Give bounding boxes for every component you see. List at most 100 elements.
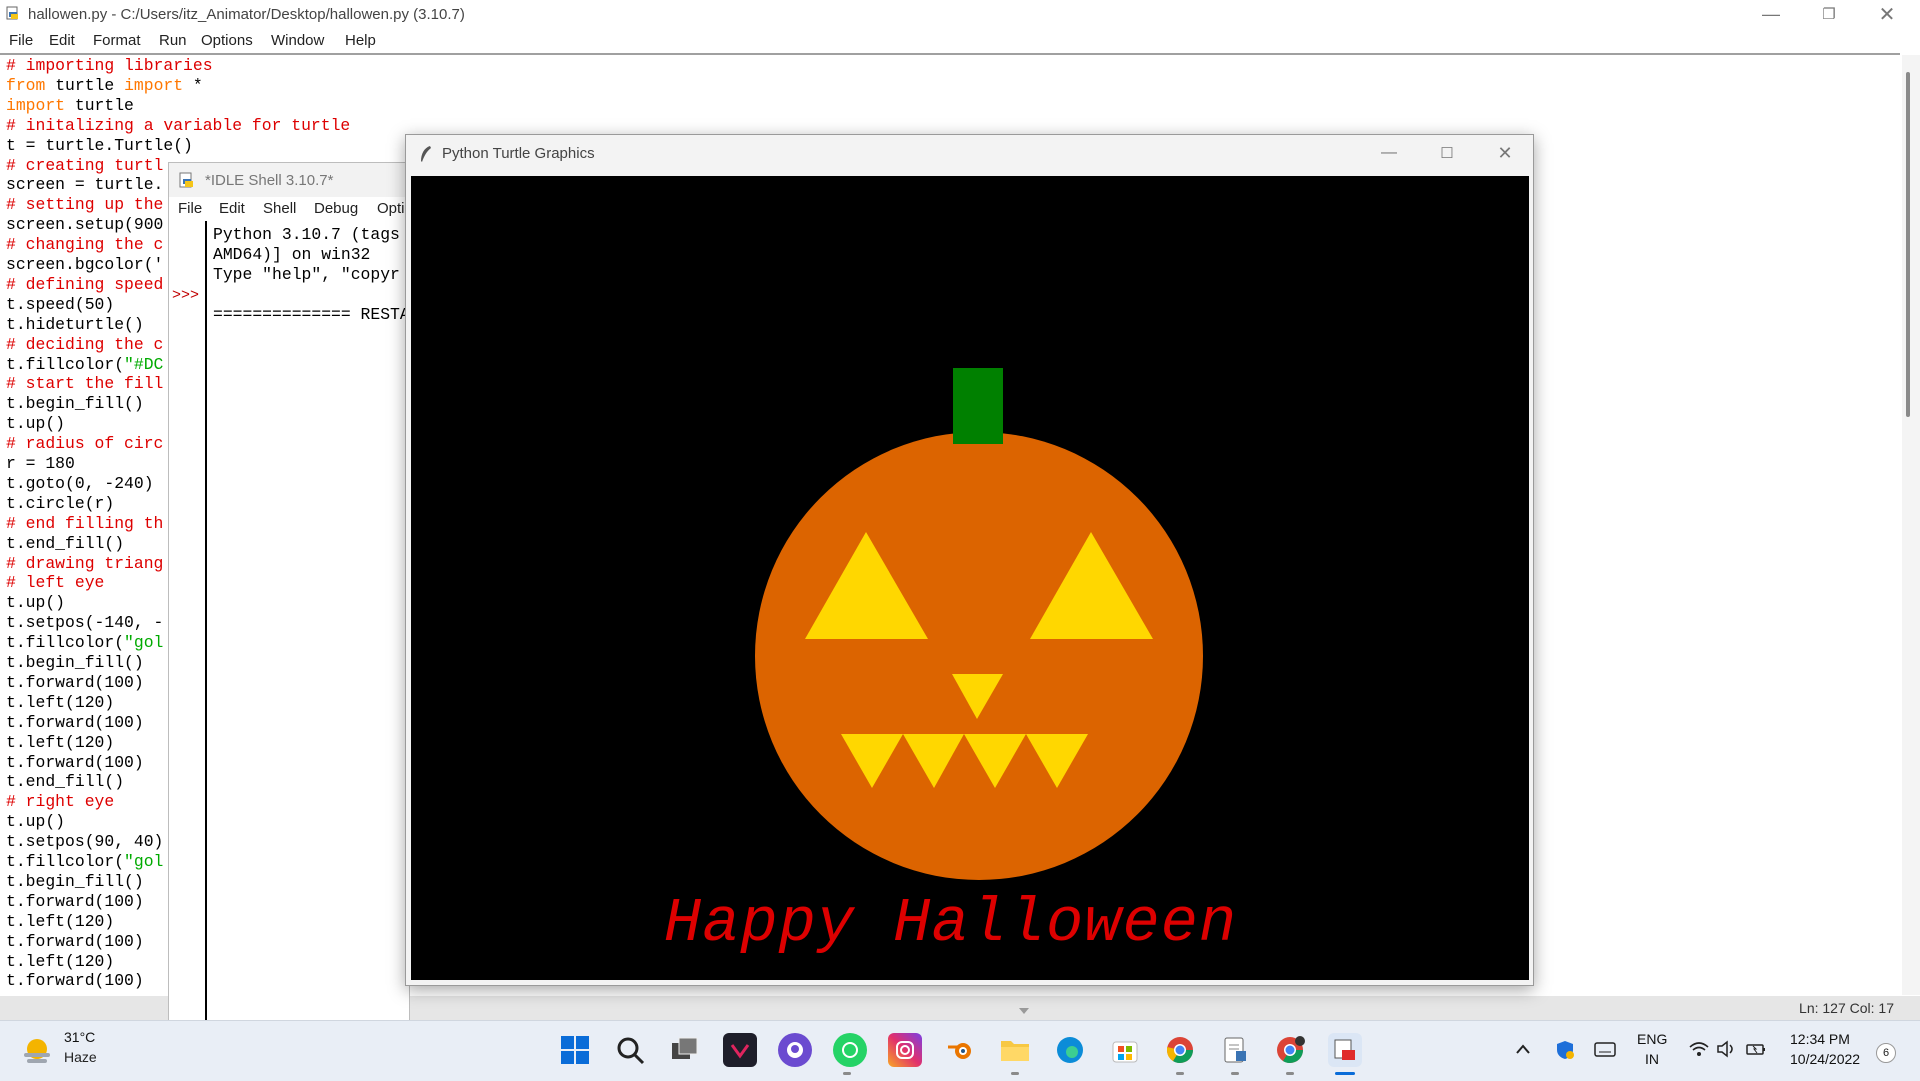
chrome-icon[interactable] [1163, 1033, 1197, 1067]
running-indicator [1231, 1072, 1239, 1075]
close-button[interactable]: ✕ [1858, 0, 1916, 28]
shell-menu-options[interactable]: Opti [377, 200, 405, 217]
menu-window[interactable]: Window [271, 32, 324, 49]
code-line: import turtle [6, 96, 134, 116]
shell-output[interactable]: Python 3.10.7 (tags AMD64)] on win32 Typ… [213, 225, 409, 325]
editor-scrollbar[interactable] [1902, 55, 1920, 995]
code-line: t.setpos(-140, - [6, 613, 163, 633]
weather-temperature[interactable]: 31°C [64, 1029, 95, 1045]
idle-icon[interactable] [1328, 1033, 1362, 1067]
running-indicator [1176, 1072, 1184, 1075]
wifi-icon[interactable] [1688, 1040, 1710, 1058]
code-token: # left eye [6, 573, 105, 593]
shell-menu-debug[interactable]: Debug [314, 200, 358, 217]
restore-button[interactable]: ❐ [1800, 0, 1858, 28]
shell-scroll-down-icon[interactable] [1010, 996, 1038, 1020]
vscode-like-icon[interactable] [723, 1033, 757, 1067]
code-token: # initalizing a variable for turtle [6, 115, 351, 135]
shell-titlebar: *IDLE Shell 3.10.7* [169, 163, 409, 197]
editor-scroll-thumb[interactable] [1906, 72, 1910, 417]
greeting-text: Happy Halloween [664, 888, 1238, 959]
code-line: t.fillcolor("gol [6, 852, 163, 872]
turtle-close-button[interactable]: ✕ [1476, 139, 1534, 167]
search-icon[interactable] [613, 1033, 647, 1067]
running-indicator [1286, 1072, 1294, 1075]
code-token: turtle [45, 75, 125, 95]
weather-description[interactable]: Haze [64, 1049, 97, 1065]
volume-icon[interactable] [1716, 1040, 1738, 1058]
github-icon[interactable] [778, 1033, 812, 1067]
clock-date[interactable]: 10/24/2022 [1790, 1051, 1860, 1067]
task-view-icon[interactable] [668, 1033, 702, 1067]
turtle-titlebar: Python Turtle Graphics — ☐ ✕ [406, 135, 1533, 173]
chevron-up-icon[interactable] [1515, 1042, 1531, 1056]
code-line: # importing libraries [6, 56, 213, 76]
code-line: r = 180 [6, 454, 75, 474]
file-explorer-icon[interactable] [998, 1033, 1032, 1067]
notification-badge[interactable]: 6 [1876, 1043, 1896, 1063]
store-icon[interactable] [1108, 1033, 1142, 1067]
code-line: t.goto(0, -240) [6, 474, 154, 494]
start-icon[interactable] [558, 1033, 592, 1067]
shell-menu-file[interactable]: File [178, 200, 202, 217]
code-line: t.end_fill() [6, 534, 124, 554]
idle-shell-window[interactable]: *IDLE Shell 3.10.7* File Edit Shell Debu… [168, 162, 410, 1022]
code-line: t.forward(100) [6, 753, 144, 773]
code-line: # changing the c [6, 235, 163, 255]
weather-haze-icon[interactable] [20, 1033, 54, 1067]
chrome-profile-icon[interactable] [1273, 1033, 1307, 1067]
code-token: t.forward(100) [6, 752, 144, 772]
code-token: "gol [124, 633, 164, 653]
shell-menu-edit[interactable]: Edit [219, 200, 245, 217]
code-token: t.hideturtle() [6, 314, 144, 334]
notepad-icon[interactable] [1218, 1033, 1252, 1067]
menu-run[interactable]: Run [159, 32, 187, 49]
code-line: # left eye [6, 573, 104, 593]
code-token: "#DC [124, 354, 164, 374]
minimize-button[interactable]: — [1742, 0, 1800, 28]
code-token: # importing libraries [6, 56, 213, 75]
code-line: t.end_fill() [6, 772, 124, 792]
blender-icon[interactable] [943, 1033, 977, 1067]
menu-options[interactable]: Options [201, 32, 253, 49]
edge-icon[interactable] [1053, 1033, 1087, 1067]
code-token: t.circle(r) [6, 493, 115, 513]
code-line: t.setpos(90, 40) [6, 832, 163, 852]
code-token: # end filling th [6, 513, 164, 533]
turtle-graphics-window[interactable]: Python Turtle Graphics — ☐ ✕ Happy Hallo… [405, 134, 1534, 986]
code-token: # radius of circ [6, 434, 164, 454]
code-line: t.left(120) [6, 952, 114, 972]
code-token: t.forward(100) [6, 891, 144, 911]
code-token: t.forward(100) [6, 712, 144, 732]
code-line: screen.setup(900 [6, 215, 163, 235]
code-token: "gol [124, 852, 164, 871]
menu-format[interactable]: Format [93, 32, 141, 49]
keyboard-icon[interactable] [1594, 1041, 1616, 1059]
language-region[interactable]: IN [1645, 1051, 1659, 1067]
turtle-minimize-button[interactable]: — [1360, 139, 1418, 167]
shell-menu-shell[interactable]: Shell [263, 200, 296, 217]
code-token: # drawing triang [6, 553, 164, 573]
instagram-icon[interactable] [888, 1033, 922, 1067]
battery-icon[interactable] [1745, 1040, 1767, 1058]
menu-help[interactable]: Help [345, 32, 376, 49]
code-line: t = turtle.Turtle() [6, 136, 193, 156]
security-shield-icon[interactable] [1554, 1039, 1576, 1061]
code-token: t.speed(50) [6, 294, 115, 314]
code-token: t.left(120) [6, 692, 115, 712]
code-line: t.begin_fill() [6, 394, 144, 414]
menu-edit[interactable]: Edit [49, 32, 75, 49]
code-token: t.left(120) [6, 732, 115, 752]
language-indicator[interactable]: ENG [1637, 1031, 1667, 1047]
code-line: t.left(120) [6, 733, 114, 753]
clock-time[interactable]: 12:34 PM [1790, 1031, 1850, 1047]
code-token: import [124, 75, 184, 95]
code-line: t.circle(r) [6, 494, 114, 514]
menu-file[interactable]: File [9, 32, 33, 49]
code-token: t.up() [6, 414, 66, 434]
code-token: t = turtle.Turtle() [6, 135, 193, 155]
code-line: screen.bgcolor(' [6, 255, 163, 275]
turtle-maximize-button[interactable]: ☐ [1418, 139, 1476, 167]
whatsapp-icon[interactable] [833, 1033, 867, 1067]
code-token: screen.setup(900 [6, 215, 164, 235]
